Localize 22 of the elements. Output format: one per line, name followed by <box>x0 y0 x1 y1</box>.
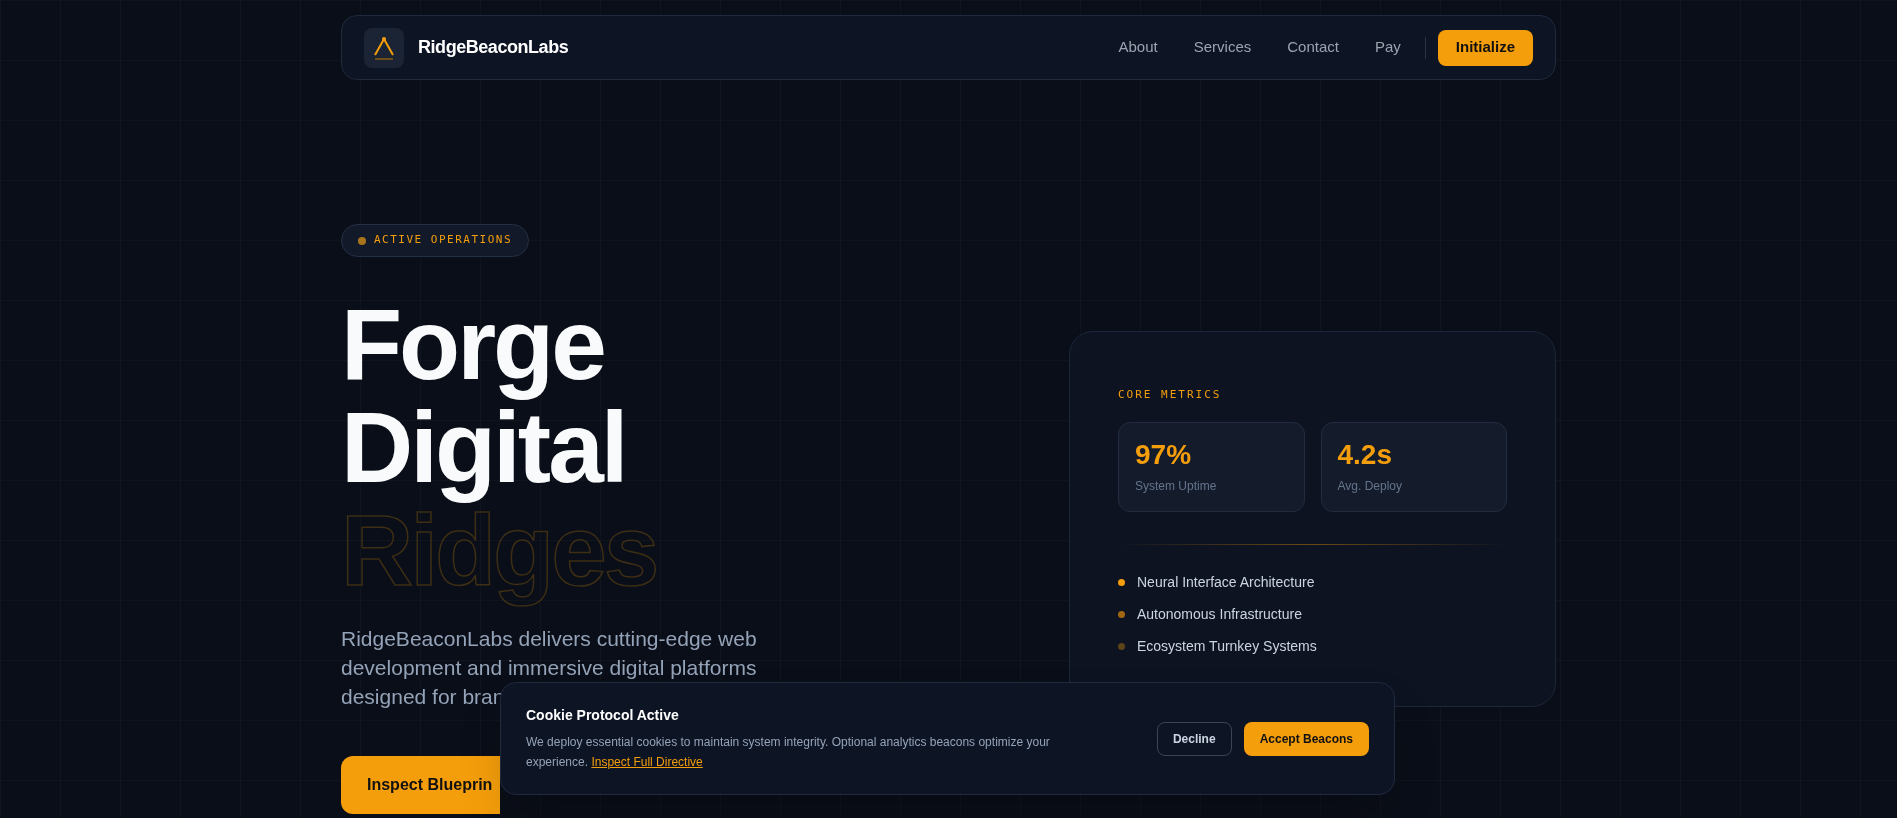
feature-text: Autonomous Infrastructure <box>1137 605 1302 624</box>
feature-text: Ecosystem Turnkey Systems <box>1137 637 1317 656</box>
status-text: ACTIVE OPERATIONS <box>374 232 513 249</box>
cookie-title: Cookie Protocol Active <box>526 706 679 725</box>
nav-link[interactable]: About <box>1118 36 1158 59</box>
directive-link[interactable]: Inspect Full Directive <box>591 755 703 769</box>
metric-caption: System Uptime <box>1135 477 1217 495</box>
nav-link[interactable]: Pay <box>1374 36 1401 59</box>
metric-value: 97% <box>1135 440 1192 469</box>
inspect-blueprint-button[interactable]: Inspect Blueprin <box>341 756 500 814</box>
metric-value: 4.2s <box>1337 440 1392 469</box>
cookie-text: We deploy essential cookies to maintain system integrity. Optional analytics beacons optimize your experience. Inspect Full Directive <box>526 734 1051 771</box>
feature-text: Neural Interface Architecture <box>1137 573 1315 592</box>
nav-link[interactable]: Contact <box>1287 36 1339 59</box>
metrics-label: CORE METRICS <box>1118 387 1222 403</box>
brand-name[interactable]: RidgeBeaconLabs <box>418 34 569 61</box>
logo-icon[interactable] <box>364 27 404 68</box>
accept-beacons-button[interactable]: Accept Beacons <box>1243 721 1369 756</box>
metric-caption: Avg. Deploy <box>1337 477 1402 495</box>
nav-link[interactable]: Services <box>1193 36 1252 59</box>
initialize-button[interactable]: Initialize <box>1437 29 1533 66</box>
decline-button[interactable]: Decline <box>1156 721 1232 756</box>
